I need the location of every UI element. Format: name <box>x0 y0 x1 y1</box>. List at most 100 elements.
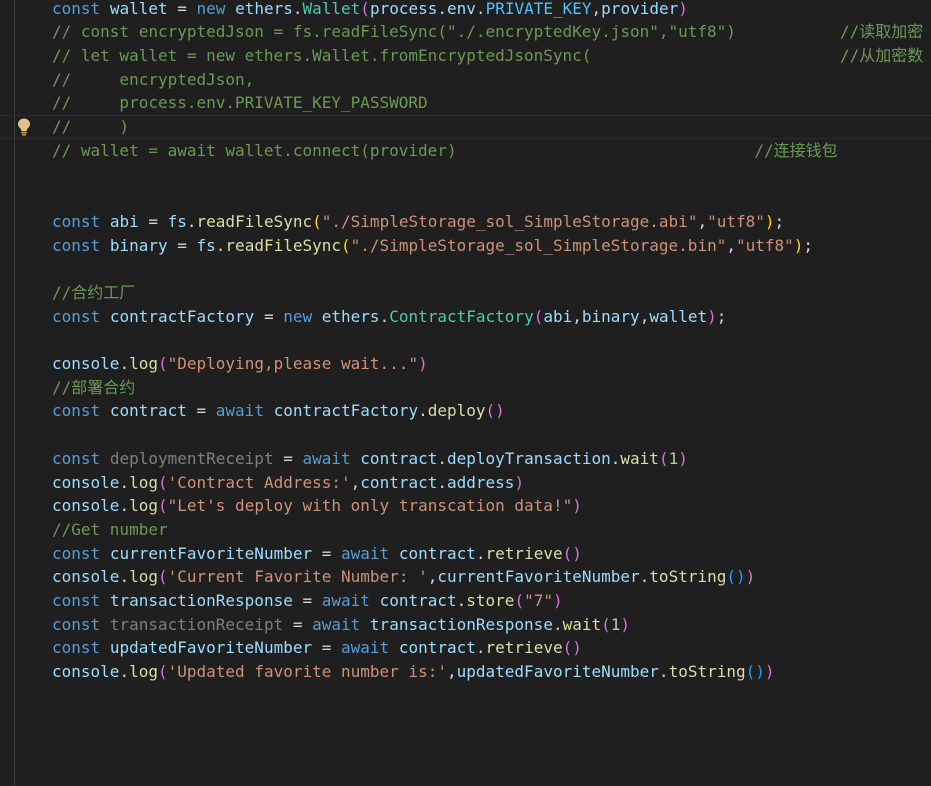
code-token: contract <box>398 543 476 563</box>
code-token: , <box>639 306 650 326</box>
code-token: await <box>341 543 390 563</box>
code-line[interactable]: console.log("Let's deploy with only tran… <box>0 494 931 518</box>
code-token: const <box>52 638 101 658</box>
lightbulb-icon[interactable] <box>16 117 32 137</box>
code-token: . <box>552 614 563 634</box>
code-token: retrieve <box>485 543 563 563</box>
code-token: ; <box>803 235 814 255</box>
code-token: = <box>273 448 303 468</box>
code-token: ; <box>774 211 785 231</box>
trailing-comment: //读取加密 <box>840 22 924 42</box>
code-token: wait <box>620 448 659 468</box>
code-token: // wallet = await wallet.connect(provide… <box>52 140 457 160</box>
code-line[interactable]: const abi = fs.readFileSync("./SimpleSto… <box>0 210 931 234</box>
code-line[interactable]: // ) <box>0 115 931 139</box>
code-line[interactable] <box>0 186 931 210</box>
code-token: // process.env.PRIVATE_KEY_PASSWORD <box>52 93 428 113</box>
code-token: "7" <box>524 591 553 610</box>
code-token: () <box>745 662 765 682</box>
code-line-text: const binary = fs.readFileSync("./Simple… <box>52 234 813 258</box>
code-line[interactable]: // let wallet = new ethers.Wallet.fromEn… <box>0 44 931 68</box>
code-line[interactable]: const currentFavoriteNumber = await cont… <box>0 542 931 566</box>
code-line[interactable]: //合约工厂 <box>0 281 931 305</box>
code-token: "Deploying,please wait..." <box>167 354 419 373</box>
code-token: ( <box>341 235 351 255</box>
code-token: ( <box>157 354 168 373</box>
code-token: binary <box>581 306 640 326</box>
code-token: const <box>52 401 101 421</box>
code-line[interactable]: const transactionResponse = await contra… <box>0 589 931 613</box>
code-token: . <box>475 0 486 18</box>
code-line[interactable]: console.log("Deploying,please wait...") <box>0 352 931 376</box>
code-line[interactable]: // const encryptedJson = fs.readFileSync… <box>0 20 931 44</box>
code-token: fs <box>167 211 187 231</box>
code-line[interactable]: // wallet = await wallet.connect(provide… <box>0 139 931 163</box>
code-line[interactable]: const binary = fs.readFileSync("./Simple… <box>0 234 931 258</box>
code-line-text: const deploymentReceipt = await contract… <box>52 447 688 471</box>
code-token: ) <box>572 496 582 516</box>
code-line[interactable] <box>0 257 931 281</box>
code-line-text: console.log("Let's deploy with only tran… <box>52 494 582 518</box>
code-line[interactable] <box>0 162 931 186</box>
code-token: = <box>167 235 197 255</box>
code-token: () <box>562 638 582 658</box>
code-token: . <box>292 0 303 18</box>
code-line[interactable]: //部署合约 <box>0 376 931 400</box>
code-token: . <box>475 638 486 658</box>
code-token: ) <box>514 472 525 492</box>
code-line[interactable]: // process.env.PRIVATE_KEY_PASSWORD <box>0 91 931 115</box>
code-token: // let wallet = new ethers.Wallet.fromEn… <box>52 45 592 65</box>
code-token: transactionResponse <box>369 614 553 634</box>
code-token: ( <box>157 496 168 516</box>
code-token: readFileSync <box>225 235 342 255</box>
code-token: ( <box>360 0 370 18</box>
code-line[interactable]: const contract = await contractFactory.d… <box>0 399 931 423</box>
code-line[interactable]: // encryptedJson, <box>0 68 931 92</box>
code-token: await <box>215 401 264 421</box>
code-token: , <box>446 662 457 682</box>
code-token: ) <box>620 614 631 634</box>
code-line[interactable]: //Get number <box>0 518 931 542</box>
code-line-text: // const encryptedJson = fs.readFileSync… <box>52 20 736 44</box>
code-token: const <box>52 614 101 634</box>
code-token: abi <box>543 306 573 326</box>
code-token: "utf8" <box>735 235 794 255</box>
code-token: , <box>572 306 582 326</box>
trailing-comment: //从加密数 <box>840 45 924 65</box>
code-line[interactable] <box>0 328 931 352</box>
code-line[interactable]: console.log('Updated favorite number is:… <box>0 660 931 684</box>
code-line[interactable]: const wallet = new ethers.Wallet(process… <box>0 0 931 21</box>
code-token: contract <box>360 472 438 492</box>
code-token: ( <box>601 614 611 634</box>
trailing-comment: //连接钱包 <box>754 140 838 160</box>
code-token: await <box>312 614 361 634</box>
code-token: = <box>292 591 322 610</box>
code-line[interactable]: const contractFactory = new ethers.Contr… <box>0 305 931 329</box>
code-line-text: const currentFavoriteNumber = await cont… <box>52 542 582 566</box>
code-editor[interactable]: const wallet = new ethers.Wallet(process… <box>0 0 931 786</box>
code-line[interactable]: console.log('Current Favorite Number: ',… <box>0 565 931 589</box>
code-line-text: console.log("Deploying,please wait...") <box>52 352 428 376</box>
code-line[interactable] <box>0 423 931 447</box>
code-token: ( <box>312 211 322 231</box>
code-token: log <box>129 354 158 373</box>
code-line[interactable]: const deploymentReceipt = await contract… <box>0 447 931 471</box>
code-token: . <box>639 567 650 587</box>
code-token: = <box>167 0 197 18</box>
code-token: fs <box>196 235 216 255</box>
code-token: //合约工厂 <box>52 282 136 302</box>
code-token: retrieve <box>485 638 563 658</box>
code-line[interactable]: console.log('Contract Address:',contract… <box>0 471 931 495</box>
code-line-text: // wallet = await wallet.connect(provide… <box>52 139 457 163</box>
code-token: "Let's deploy with only transcation data… <box>167 496 573 516</box>
code-token: ; <box>716 306 727 326</box>
code-line[interactable]: const updatedFavoriteNumber = await cont… <box>0 636 931 660</box>
code-line[interactable]: const transactionReceipt = await transac… <box>0 613 931 637</box>
